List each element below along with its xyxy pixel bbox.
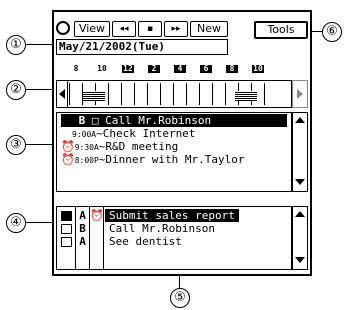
checkbox-icon[interactable]: □ [92, 114, 105, 127]
schedule-item[interactable]: 9:00A~Check Internet [61, 127, 287, 140]
schedule-text: ~Check Internet [96, 127, 196, 140]
timeline-tick [225, 83, 226, 105]
callout-4: ④ [6, 213, 26, 233]
time-label: 8:00P [74, 156, 99, 165]
schedule-text: ~Dinner with Mr.Taylor [98, 153, 245, 166]
date-display[interactable]: May/21/2002(Tue) [56, 39, 228, 55]
scroll-down-arrow[interactable] [295, 179, 305, 185]
timeline-tick [199, 83, 200, 105]
timeline-tick [69, 83, 70, 105]
hour-label: 10 [97, 64, 107, 73]
hour-label: 8 [226, 65, 238, 73]
todo-alarm [90, 222, 103, 235]
todo-checkbox[interactable] [61, 224, 72, 234]
hour-label: 10 [252, 64, 264, 73]
todo-text: See dentist [109, 235, 182, 248]
timeline-tick [173, 83, 174, 105]
todo-scroll-up-arrow[interactable] [295, 211, 305, 217]
leader-4 [26, 222, 54, 223]
schedule-text: ~R&D meeting [98, 140, 179, 153]
timeline-tick [160, 83, 161, 105]
callout-1: ① [6, 35, 26, 55]
alarm-icon: ⏰ [61, 140, 75, 153]
new-button[interactable]: New [190, 21, 228, 37]
callout-6: ⑥ [322, 22, 342, 42]
hour-label: 6 [200, 65, 212, 73]
today-button[interactable]: ▪ [138, 21, 162, 37]
todo-scrollbar[interactable] [292, 206, 308, 270]
view-button[interactable]: View [74, 21, 110, 37]
hour-label: 12 [122, 64, 134, 73]
timeline-block-1 [83, 91, 105, 101]
todo-item[interactable]: A See dentist [57, 235, 283, 248]
schedule-item[interactable]: ⏰9:30A~R&D meeting [61, 140, 287, 153]
schedule-item[interactable]: ⏰8:00P~Dinner with Mr.Taylor [61, 153, 287, 166]
timeline-tick [264, 83, 265, 105]
todo-text: Call Mr.Robinson [109, 222, 215, 235]
hour-label: 8 [73, 64, 79, 73]
timeline[interactable] [56, 80, 292, 108]
todo-list: A ⏰ Submit sales report B Call Mr.Robinson A S… [56, 206, 292, 270]
todo-alarm: ⏰ [90, 209, 104, 222]
next-button[interactable]: ▸▸ [164, 21, 188, 37]
tools-button[interactable]: Tools [254, 21, 308, 39]
schedule-scrollbar[interactable] [292, 112, 308, 192]
todo-checkbox[interactable] [61, 211, 72, 221]
app-icon[interactable] [56, 21, 70, 35]
callout-3: ③ [6, 135, 26, 155]
callout-5: ⑤ [170, 288, 190, 308]
prev-button[interactable]: ◂◂ [112, 21, 136, 37]
todo-priority: A [79, 235, 86, 248]
timeline-tick [121, 83, 122, 105]
leader-1 [26, 44, 54, 45]
todo-priority: B [79, 222, 86, 235]
timeline-tick [134, 83, 135, 105]
schedule-list: B □ Call Mr.Robinson 9:00A~Check Internet… [56, 112, 292, 192]
todo-item[interactable]: B Call Mr.Robinson [57, 222, 283, 235]
hour-label: 2 [148, 65, 160, 73]
toolbar: View ◂◂ ▪ ▸▸ New Tools [54, 21, 310, 39]
schedule-item[interactable]: B □ Call Mr.Robinson [61, 114, 287, 127]
leader-2 [26, 89, 54, 90]
todo-alarm [90, 235, 103, 248]
todo-checkbox[interactable] [61, 237, 72, 247]
device-screen: View ◂◂ ▪ ▸▸ New Tools May/21/2002(Tue) … [52, 10, 312, 276]
timeline-block-2 [235, 91, 257, 101]
callout-2: ② [6, 80, 26, 100]
timeline-right-arrow[interactable] [292, 80, 308, 108]
timeline-tick [108, 83, 109, 105]
priority-label: B [72, 114, 92, 127]
timeline-tick [147, 83, 148, 105]
timeline-left-arrow[interactable] [57, 81, 68, 107]
leader-3 [26, 144, 54, 145]
time-label: 9:00A [72, 130, 97, 139]
time-label: 9:30A [74, 143, 99, 152]
todo-text: Submit sales report [105, 209, 239, 222]
alarm-icon: ⏰ [61, 153, 75, 166]
timeline-tick [186, 83, 187, 105]
timeline-tick [212, 83, 213, 105]
todo-item[interactable]: A ⏰ Submit sales report [57, 209, 283, 222]
todo-priority: A [79, 209, 86, 222]
todo-scroll-down-arrow[interactable] [295, 257, 305, 263]
scroll-up-arrow[interactable] [295, 117, 305, 123]
schedule-text: Call Mr.Robinson [105, 114, 212, 127]
hour-label: 4 [174, 65, 186, 73]
